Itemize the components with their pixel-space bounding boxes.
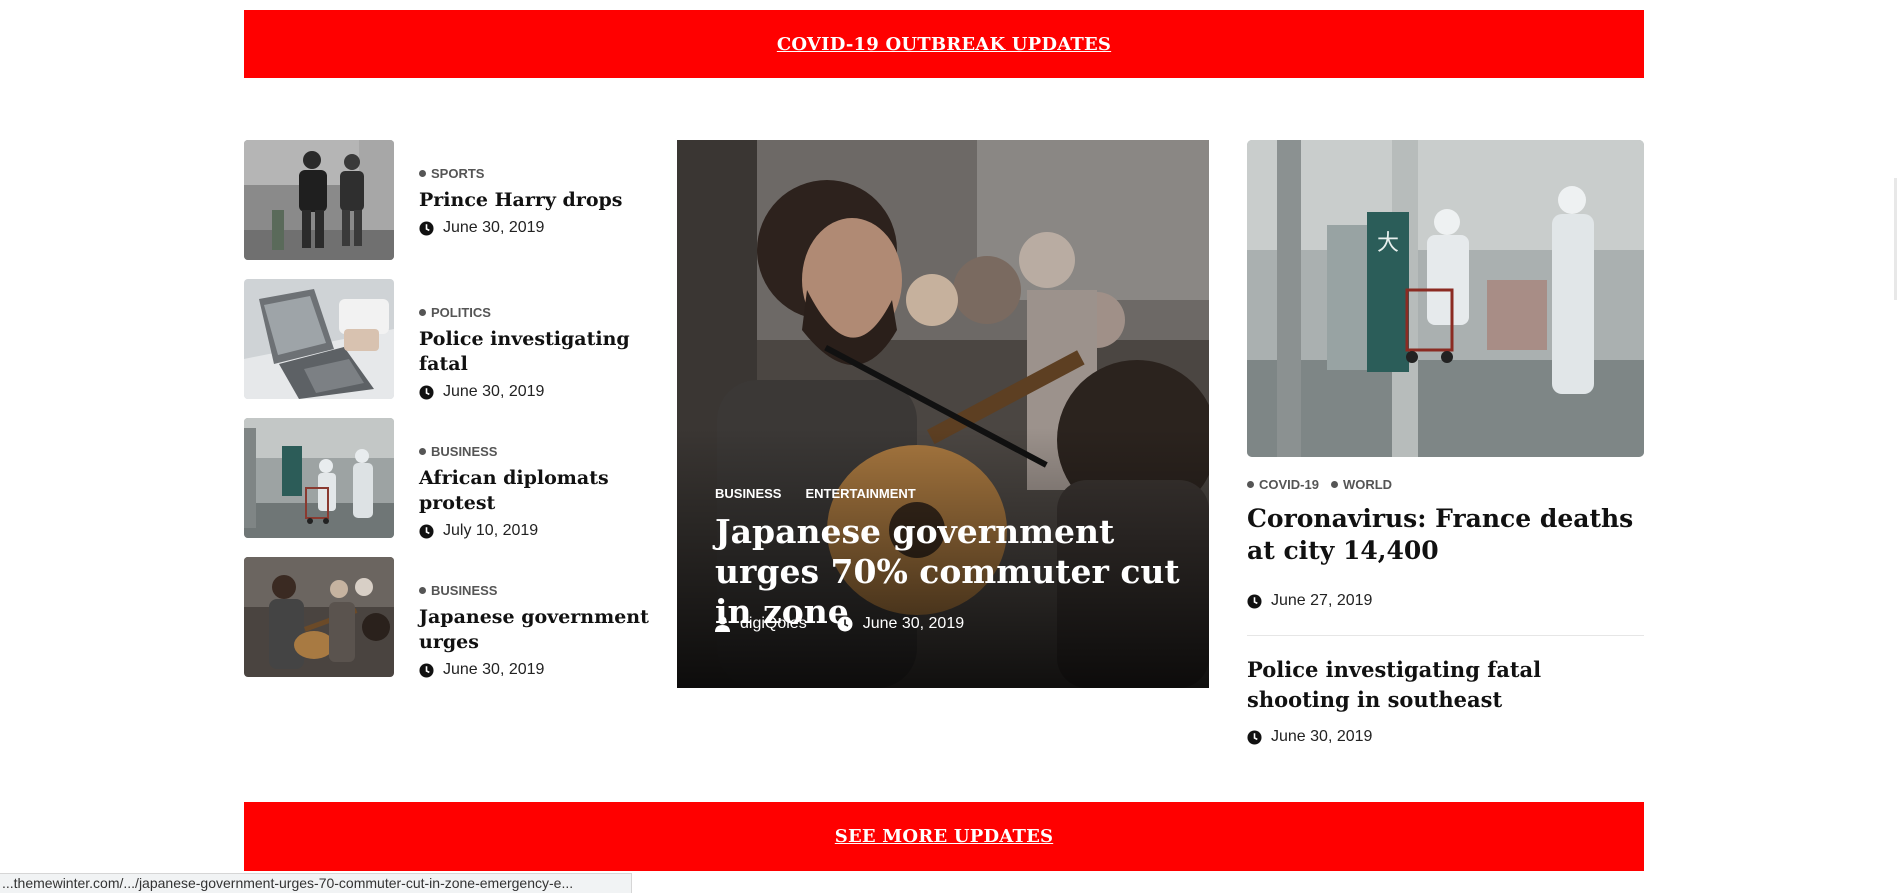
article-thumbnail[interactable] (244, 418, 394, 538)
covid-updates-link[interactable]: COVID-19 OUTBREAK UPDATES (777, 34, 1111, 55)
article-date: June 30, 2019 (419, 661, 649, 679)
clock-icon (837, 616, 853, 632)
sign-text: 大 (1377, 231, 1399, 256)
see-more-banner: SEE MORE UPDATES (244, 802, 1644, 871)
article-date: June 30, 2019 (419, 383, 649, 401)
user-icon (715, 616, 730, 632)
status-bar-url: ...themewinter.com/.../japanese-governme… (0, 873, 632, 893)
list-item[interactable]: POLITICS Police investigating fatal June… (244, 279, 644, 400)
article-image[interactable]: 大 (1247, 140, 1644, 457)
article-date: June 27, 2019 (1247, 592, 1372, 610)
article-title[interactable]: African diplomats protest (419, 466, 649, 516)
article-thumbnail[interactable] (244, 140, 394, 260)
article-thumbnail[interactable] (244, 557, 394, 677)
clock-icon (419, 523, 434, 539)
category-tag[interactable]: POLITICS (419, 305, 491, 320)
article-thumbnail[interactable] (244, 279, 394, 399)
category-tag[interactable]: WORLD (1330, 477, 1392, 492)
author[interactable]: digiQoles (715, 615, 807, 633)
featured-title[interactable]: Japanese government urges 70% commuter c… (715, 512, 1185, 632)
list-item[interactable]: BUSINESS Japanese government urges June … (244, 557, 649, 678)
clock-icon (419, 662, 434, 678)
article-title[interactable]: Japanese government urges (419, 605, 649, 655)
category-tag[interactable]: ENTERTAINMENT (805, 486, 915, 501)
divider (1247, 635, 1644, 636)
list-item[interactable]: SPORTS Prince Harry drops June 30, 2019 (244, 140, 644, 260)
category-tag[interactable]: SPORTS (419, 166, 484, 181)
clock-icon (419, 384, 434, 400)
clock-icon (1247, 593, 1262, 609)
category-tag[interactable]: BUSINESS (715, 486, 781, 501)
clock-icon (419, 220, 434, 236)
list-item[interactable]: BUSINESS African diplomats protest July … (244, 418, 644, 539)
category-tag[interactable]: BUSINESS (419, 583, 497, 598)
article-date: June 30, 2019 (419, 219, 649, 237)
see-more-link[interactable]: SEE MORE UPDATES (835, 826, 1053, 847)
covid-updates-banner: COVID-19 OUTBREAK UPDATES (244, 10, 1644, 78)
clock-icon (1247, 729, 1262, 745)
article-title[interactable]: Police investigating fatal shooting in s… (1247, 655, 1647, 715)
article-date: June 30, 2019 (837, 615, 964, 633)
article-date: July 10, 2019 (419, 522, 649, 540)
category-tag[interactable]: BUSINESS (419, 444, 497, 459)
featured-article[interactable]: BUSINESS ENTERTAINMENT Japanese governme… (677, 140, 1209, 688)
category-tag[interactable]: COVID-19 (1247, 477, 1319, 492)
article-date: June 30, 2019 (1247, 728, 1372, 746)
article-title[interactable]: Prince Harry drops (419, 188, 649, 213)
article-title[interactable]: Coronavirus: France deaths at city 14,40… (1247, 503, 1644, 567)
article-title[interactable]: Police investigating fatal (419, 327, 649, 377)
